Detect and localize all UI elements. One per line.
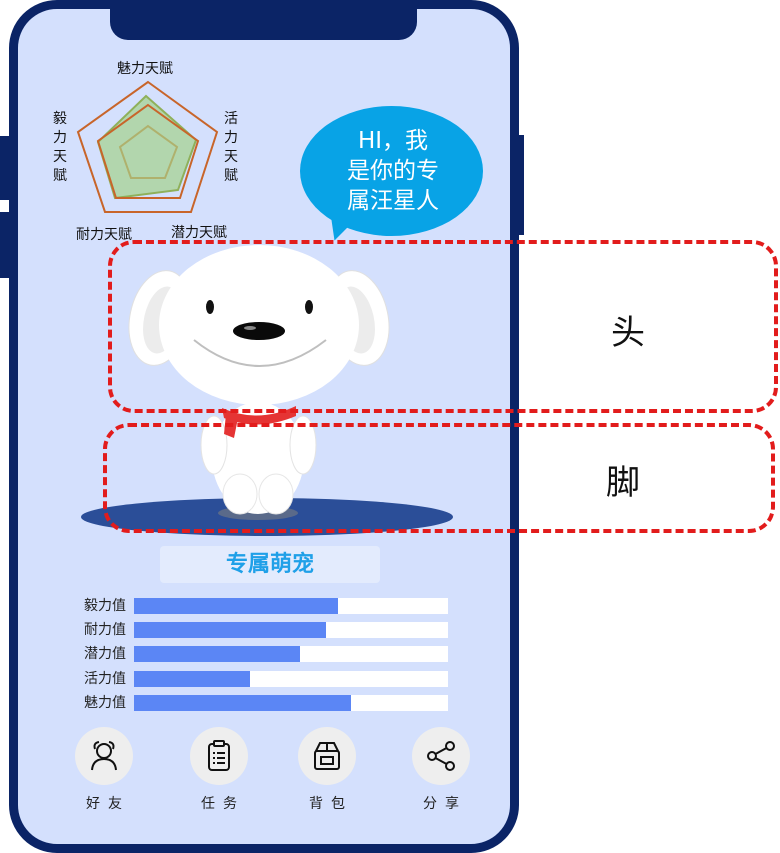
backpack-box-icon xyxy=(298,727,356,785)
stat-bar-fill xyxy=(134,598,339,614)
nav-tasks-button[interactable]: 任务 xyxy=(184,727,254,813)
nav-backpack-label: 背包 xyxy=(309,796,353,812)
nav-share-label: 分享 xyxy=(423,796,467,812)
foot-region-label: 脚 xyxy=(606,463,640,503)
nav-share-button[interactable]: 分享 xyxy=(406,727,476,813)
stat-label: 潜力值 xyxy=(84,646,126,662)
stat-bar-track xyxy=(134,695,448,711)
stat-label: 毅力值 xyxy=(84,598,126,614)
stat-bar-track xyxy=(134,646,448,662)
stat-label: 魅力值 xyxy=(84,695,126,711)
foot-region-box xyxy=(103,423,775,533)
stat-bar-track xyxy=(134,622,448,638)
nav-friends-label: 好友 xyxy=(86,796,130,812)
head-region-label: 头 xyxy=(611,313,645,353)
stat-label: 活力值 xyxy=(84,671,126,687)
stat-bar-fill xyxy=(134,622,326,638)
stat-bar-fill xyxy=(134,695,351,711)
stat-label: 耐力值 xyxy=(84,622,126,638)
nav-backpack-button[interactable]: 背包 xyxy=(292,727,362,813)
nav-friends-button[interactable]: 好友 xyxy=(69,727,139,813)
pet-title: 专属萌宠 xyxy=(160,546,380,583)
nav-tasks-label: 任务 xyxy=(201,796,245,812)
stat-bar-track xyxy=(134,598,448,614)
stat-bar-track xyxy=(134,671,448,687)
head-region-box xyxy=(108,240,778,413)
share-icon xyxy=(412,727,470,785)
friends-icon xyxy=(75,727,133,785)
task-list-icon xyxy=(190,727,248,785)
stat-bar-fill xyxy=(134,671,251,687)
stat-bar-fill xyxy=(134,646,301,662)
